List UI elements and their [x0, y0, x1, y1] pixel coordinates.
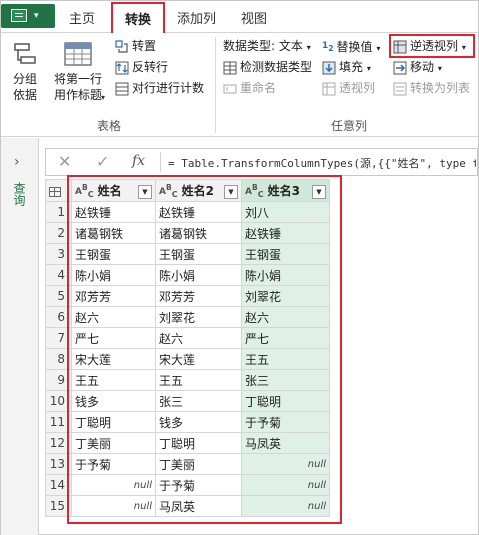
resize-handle: ·	[348, 516, 351, 525]
rename-button[interactable]: 重命名	[223, 79, 276, 97]
move-icon	[393, 61, 407, 74]
convert-list-label: 转换为列表	[410, 81, 471, 95]
detect-type-label: 检测数据类型	[240, 60, 313, 74]
fx-icon[interactable]: fx	[132, 153, 145, 169]
table-header-icon	[64, 42, 92, 66]
reverse-rows-label: 反转行	[132, 60, 169, 74]
replace-values-icon: 12	[322, 41, 334, 53]
formula-bar: ✕ ✓ fx = Table.TransformColumnTypes(源,{{…	[45, 148, 478, 176]
convert-to-list-button[interactable]: 转换为列表	[393, 79, 470, 97]
pivot-column-button[interactable]: 透视列	[322, 79, 375, 97]
ribbon-tab-bar: ▾ 主页 转换 添加列 视图	[1, 1, 478, 34]
table-group-label: 表格	[97, 119, 122, 133]
pivot-label: 透视列	[339, 81, 376, 95]
group-by-label: 分组 依据	[12, 72, 37, 102]
ribbon-separator	[215, 37, 216, 133]
group-by-icon	[14, 43, 36, 64]
power-query-editor: ▾ 主页 转换 添加列 视图 分组 依据 将第一行 用作标题 ▾ 转置 反转行 …	[0, 0, 479, 535]
cancel-icon[interactable]: ✕	[58, 152, 71, 171]
move-label: 移动	[410, 60, 435, 74]
fill-button[interactable]: 填充 ▾	[322, 58, 371, 76]
reverse-rows-button[interactable]: 反转行	[115, 58, 168, 76]
fill-down-icon	[322, 61, 336, 74]
move-button[interactable]: 移动 ▾	[393, 58, 442, 76]
any-column-group-label: 任意列	[331, 119, 368, 133]
first-row-header-label: 将第一行 用作标题	[53, 72, 102, 102]
rename-icon	[223, 84, 237, 93]
tab-add-column[interactable]: 添加列	[177, 8, 216, 27]
replace-values-label: 替换值	[336, 39, 373, 54]
spreadsheet-icon	[11, 9, 27, 22]
transpose-button[interactable]: 转置	[115, 37, 156, 55]
pivot-icon	[322, 82, 336, 95]
unpivot-highlight	[389, 34, 475, 58]
reverse-rows-icon	[115, 61, 129, 74]
table-icon	[49, 186, 61, 197]
formula-input[interactable]: = Table.TransformColumnTypes(源,{{"姓名", t…	[168, 155, 476, 171]
convert-list-icon	[393, 82, 407, 95]
count-rows-label: 对行进行计数	[132, 81, 205, 95]
rename-label: 重命名	[240, 81, 277, 95]
transpose-label: 转置	[132, 39, 157, 53]
chevron-down-icon: ▾	[306, 43, 311, 52]
data-type-label: 数据类型: 文本	[223, 39, 303, 53]
first-row-header-button[interactable]: 将第一行 用作标题	[51, 41, 105, 103]
replace-values-button[interactable]: 12 替换值 ▾	[322, 37, 380, 55]
detect-type-icon	[223, 61, 237, 74]
transpose-icon	[115, 39, 128, 53]
confirm-icon[interactable]: ✓	[96, 152, 109, 171]
tab-view[interactable]: 视图	[241, 8, 267, 27]
queries-pane: › 查询	[1, 138, 39, 535]
chevron-down-icon: ▾	[101, 93, 106, 102]
file-menu-button[interactable]: ▾	[1, 4, 55, 28]
chevron-down-icon: ▾	[34, 11, 39, 21]
chevron-down-icon: ▾	[366, 64, 371, 73]
data-type-dropdown[interactable]: 数据类型: 文本 ▾	[223, 37, 311, 55]
grid-highlight	[67, 175, 342, 524]
chevron-down-icon: ▾	[376, 43, 381, 53]
count-rows-icon	[115, 82, 129, 95]
tab-transform[interactable]: 转换	[111, 2, 166, 34]
chevron-down-icon: ▾	[437, 64, 442, 73]
chevron-right-icon[interactable]: ›	[14, 154, 20, 170]
formula-separator	[160, 152, 161, 172]
count-rows-button[interactable]: 对行进行计数	[115, 79, 204, 97]
detect-data-type-button[interactable]: 检测数据类型	[223, 58, 312, 76]
ribbon: 分组 依据 将第一行 用作标题 ▾ 转置 反转行 对行进行计数 表格 数据类型:…	[1, 33, 478, 137]
fill-label: 填充	[339, 60, 364, 74]
group-by-button[interactable]: 分组 依据	[7, 41, 43, 103]
queries-label[interactable]: 查询	[11, 182, 28, 206]
tab-home[interactable]: 主页	[69, 8, 95, 27]
